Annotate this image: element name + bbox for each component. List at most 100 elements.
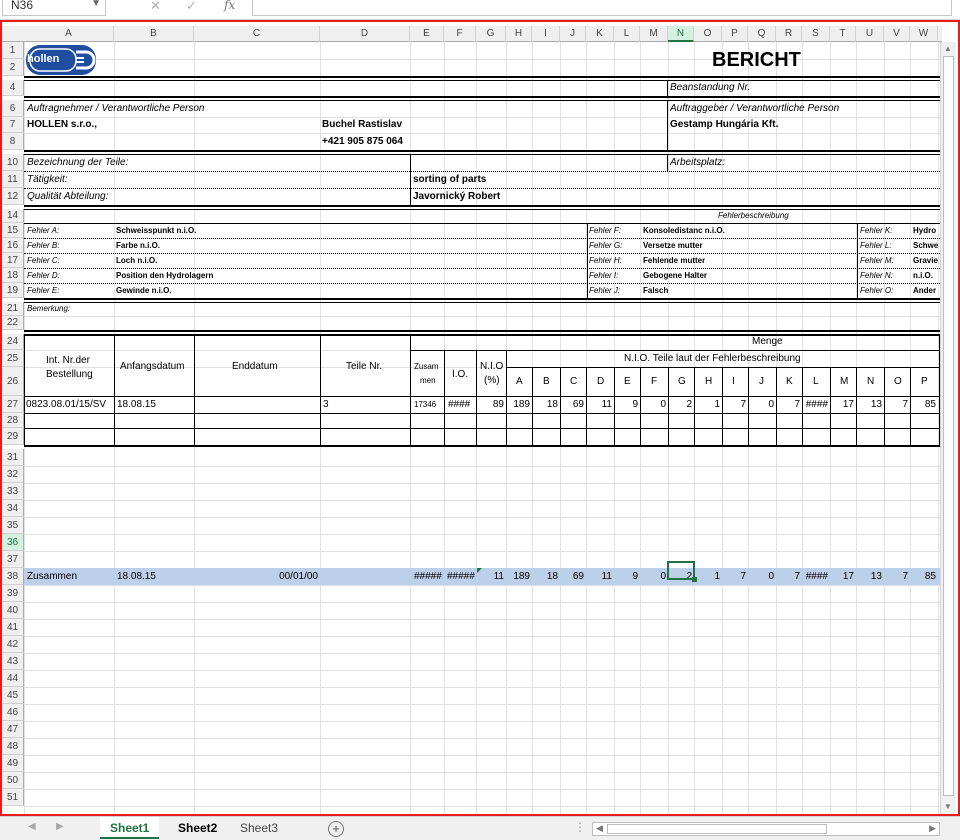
row-header-50[interactable]: 50 bbox=[2, 772, 24, 789]
row-header-17[interactable]: 17 bbox=[2, 253, 24, 268]
column-header-I[interactable]: I bbox=[532, 26, 560, 42]
vertical-scroll-thumb[interactable] bbox=[943, 56, 954, 796]
row-header-28[interactable]: 28 bbox=[2, 413, 24, 428]
row-header-19[interactable]: 19 bbox=[2, 283, 24, 298]
selected-cell[interactable] bbox=[667, 561, 695, 580]
row-header-10[interactable]: 10 bbox=[2, 154, 24, 171]
taetigkeit-label: Tätigkeit: bbox=[27, 173, 68, 185]
row-header-33[interactable]: 33 bbox=[2, 483, 24, 500]
row-header-4[interactable]: 4 bbox=[2, 80, 24, 96]
row-header-8[interactable]: 8 bbox=[2, 133, 24, 150]
row-header-16[interactable]: 16 bbox=[2, 238, 24, 253]
row-header-41[interactable]: 41 bbox=[2, 619, 24, 636]
contractor-label: Auftragnehmer / Verantwortliche Person bbox=[27, 102, 205, 114]
row-header-1[interactable]: 1 bbox=[2, 42, 24, 59]
row-header-49[interactable]: 49 bbox=[2, 755, 24, 772]
row-header-7[interactable]: 7 bbox=[2, 117, 24, 133]
sheet-tab-sheet1[interactable]: Sheet1 bbox=[100, 817, 160, 839]
row-header-46[interactable]: 46 bbox=[2, 704, 24, 721]
row-header-48[interactable]: 48 bbox=[2, 738, 24, 755]
sheet-tab-sheet3[interactable]: Sheet3 bbox=[230, 817, 288, 839]
formula-input[interactable] bbox=[252, 0, 952, 16]
chevron-down-icon[interactable]: ▼ bbox=[91, 0, 101, 9]
row-header-11[interactable]: 11 bbox=[2, 171, 24, 188]
row-header-36[interactable]: 36 bbox=[2, 534, 24, 551]
column-header-K[interactable]: K bbox=[586, 26, 614, 42]
column-header-G[interactable]: G bbox=[476, 26, 506, 42]
row-header-38[interactable]: 38 bbox=[2, 568, 24, 585]
defect-letter-D: D bbox=[597, 376, 605, 387]
row-header-45[interactable]: 45 bbox=[2, 687, 24, 704]
column-header-S[interactable]: S bbox=[802, 26, 830, 42]
column-header-A[interactable]: A bbox=[24, 26, 114, 42]
horizontal-scrollbar[interactable]: ◀ ▶ bbox=[592, 822, 940, 836]
row-header-25[interactable]: 25 bbox=[2, 350, 24, 367]
row-header-26[interactable]: 26 bbox=[2, 367, 24, 396]
row-header-24[interactable]: 24 bbox=[2, 334, 24, 350]
row-header-15[interactable]: 15 bbox=[2, 223, 24, 238]
add-sheet-button[interactable]: + bbox=[328, 821, 344, 837]
confirm-icon[interactable]: ✓ bbox=[186, 0, 197, 14]
row-header-29[interactable]: 29 bbox=[2, 428, 24, 445]
defect-letter-J: J bbox=[759, 376, 764, 387]
vertical-scrollbar[interactable]: ▲ ▼ bbox=[940, 42, 956, 814]
tab-scroll-left-icon[interactable]: ◀ bbox=[28, 821, 36, 832]
scroll-left-icon[interactable]: ◀ bbox=[596, 823, 603, 834]
fehler-value: Loch n.i.O. bbox=[116, 255, 158, 265]
row-header-43[interactable]: 43 bbox=[2, 653, 24, 670]
tab-scroll-right-icon[interactable]: ▶ bbox=[56, 821, 64, 832]
column-header-F[interactable]: F bbox=[444, 26, 476, 42]
function-icon[interactable]: fx bbox=[224, 0, 235, 12]
column-header-V[interactable]: V bbox=[884, 26, 910, 42]
column-header-H[interactable]: H bbox=[506, 26, 532, 42]
column-header-M[interactable]: M bbox=[640, 26, 668, 42]
sheet-tab-sheet2[interactable]: Sheet2 bbox=[168, 817, 227, 839]
cancel-icon[interactable]: ✕ bbox=[150, 0, 161, 14]
row-header-2[interactable]: 2 bbox=[2, 59, 24, 76]
fill-handle[interactable] bbox=[692, 577, 697, 582]
column-header-W[interactable]: W bbox=[910, 26, 938, 42]
column-header-O[interactable]: O bbox=[694, 26, 722, 42]
nio-percent: 89 bbox=[492, 398, 504, 410]
row-header-6[interactable]: 6 bbox=[2, 100, 24, 117]
column-header-P[interactable]: P bbox=[722, 26, 748, 42]
column-header-N[interactable]: N bbox=[668, 26, 694, 42]
row-header-22[interactable]: 22 bbox=[2, 316, 24, 330]
row-header-51[interactable]: 51 bbox=[2, 789, 24, 806]
border-line bbox=[24, 96, 940, 98]
column-header-D[interactable]: D bbox=[320, 26, 410, 42]
error-indicator-icon[interactable] bbox=[477, 568, 482, 573]
row-header-44[interactable]: 44 bbox=[2, 670, 24, 687]
column-header-B[interactable]: B bbox=[114, 26, 194, 42]
row-header-40[interactable]: 40 bbox=[2, 602, 24, 619]
row-header-14[interactable]: 14 bbox=[2, 209, 24, 223]
split-handle-icon[interactable]: ⋮ bbox=[574, 820, 586, 834]
row-header-34[interactable]: 34 bbox=[2, 500, 24, 517]
scroll-down-icon[interactable]: ▼ bbox=[944, 802, 952, 811]
row-header-47[interactable]: 47 bbox=[2, 721, 24, 738]
name-box[interactable]: N36 ▼ bbox=[2, 0, 106, 16]
row-header-31[interactable]: 31 bbox=[2, 449, 24, 466]
column-header-Q[interactable]: Q bbox=[748, 26, 776, 42]
scroll-right-icon[interactable]: ▶ bbox=[929, 823, 936, 834]
row-header-18[interactable]: 18 bbox=[2, 268, 24, 283]
row-header-21[interactable]: 21 bbox=[2, 302, 24, 316]
column-header-T[interactable]: T bbox=[830, 26, 856, 42]
row-header-37[interactable]: 37 bbox=[2, 551, 24, 568]
row-header-42[interactable]: 42 bbox=[2, 636, 24, 653]
horizontal-scroll-thumb[interactable] bbox=[607, 824, 827, 834]
column-header-J[interactable]: J bbox=[560, 26, 586, 42]
scroll-up-icon[interactable]: ▲ bbox=[944, 44, 952, 53]
column-header-U[interactable]: U bbox=[856, 26, 884, 42]
border-line bbox=[194, 334, 195, 445]
column-header-R[interactable]: R bbox=[776, 26, 802, 42]
row-header-27[interactable]: 27 bbox=[2, 396, 24, 413]
row-header-35[interactable]: 35 bbox=[2, 517, 24, 534]
row-header-12[interactable]: 12 bbox=[2, 188, 24, 205]
row-header-39[interactable]: 39 bbox=[2, 585, 24, 602]
row-header-32[interactable]: 32 bbox=[2, 466, 24, 483]
column-header-E[interactable]: E bbox=[410, 26, 444, 42]
cell-grid[interactable]: hollen BERICHT Beanstandung Nr. Auftragne… bbox=[24, 42, 940, 814]
column-header-L[interactable]: L bbox=[614, 26, 640, 42]
column-header-C[interactable]: C bbox=[194, 26, 320, 42]
